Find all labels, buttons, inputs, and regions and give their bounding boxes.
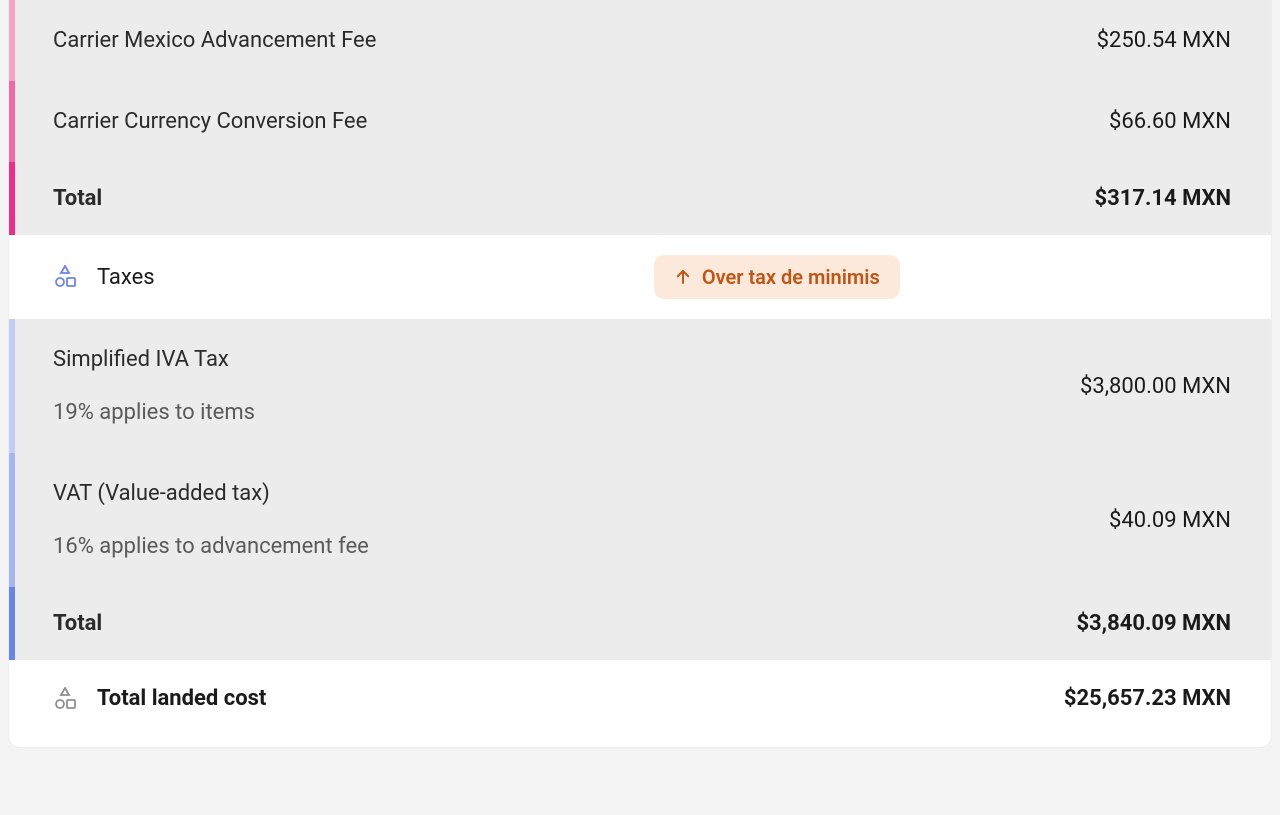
tax-label: VAT (Value-added tax) [53,481,369,506]
landed-cost-breakdown: Carrier Mexico Advancement Fee $250.54 M… [8,0,1272,748]
taxes-title-group: Taxes [53,265,155,290]
fee-total-row: Total $317.14 MXN [9,162,1271,235]
arrow-up-icon [674,268,692,286]
accent-bar [9,81,15,162]
accent-bar [9,0,15,81]
tax-sublabel: 16% applies to advancement fee [53,534,369,559]
total-landed-cost-label: Total landed cost [97,686,266,711]
fee-amount: $250.54 MXN [1097,28,1231,53]
accent-bar [9,162,15,235]
accent-bar [9,453,15,587]
tax-total-row: Total $3,840.09 MXN [9,587,1271,660]
tax-amount: $40.09 MXN [1109,508,1231,533]
tax-deminimis-badge: Over tax de minimis [654,255,900,299]
fee-row: Carrier Currency Conversion Fee $66.60 M… [9,81,1271,162]
total-amount: $3,840.09 MXN [1076,611,1231,636]
accent-bar [9,319,15,453]
taxes-header: Taxes Over tax de minimis [9,235,1271,319]
fee-row: Carrier Mexico Advancement Fee $250.54 M… [9,0,1271,81]
total-landed-cost-row: Total landed cost $25,657.23 MXN [9,660,1271,747]
accent-bar [9,587,15,660]
tax-label: Simplified IVA Tax [53,347,255,372]
taxes-title: Taxes [97,265,155,290]
carrier-fees-section: Carrier Mexico Advancement Fee $250.54 M… [9,0,1271,235]
total-label: Total [53,186,102,211]
tax-amount: $3,800.00 MXN [1080,374,1231,399]
taxes-section: Simplified IVA Tax 19% applies to items … [9,319,1271,660]
total-label: Total [53,611,102,636]
shapes-icon [53,687,77,711]
badge-text: Over tax de minimis [702,265,880,289]
tax-sublabel: 19% applies to items [53,400,255,425]
total-amount: $317.14 MXN [1094,186,1231,211]
shapes-icon [53,265,77,289]
total-landed-cost-amount: $25,657.23 MXN [1064,686,1231,711]
fee-label: Carrier Mexico Advancement Fee [53,28,376,53]
tax-row: Simplified IVA Tax 19% applies to items … [9,319,1271,453]
tax-row: VAT (Value-added tax) 16% applies to adv… [9,453,1271,587]
fee-label: Carrier Currency Conversion Fee [53,109,367,134]
fee-amount: $66.60 MXN [1109,109,1231,134]
